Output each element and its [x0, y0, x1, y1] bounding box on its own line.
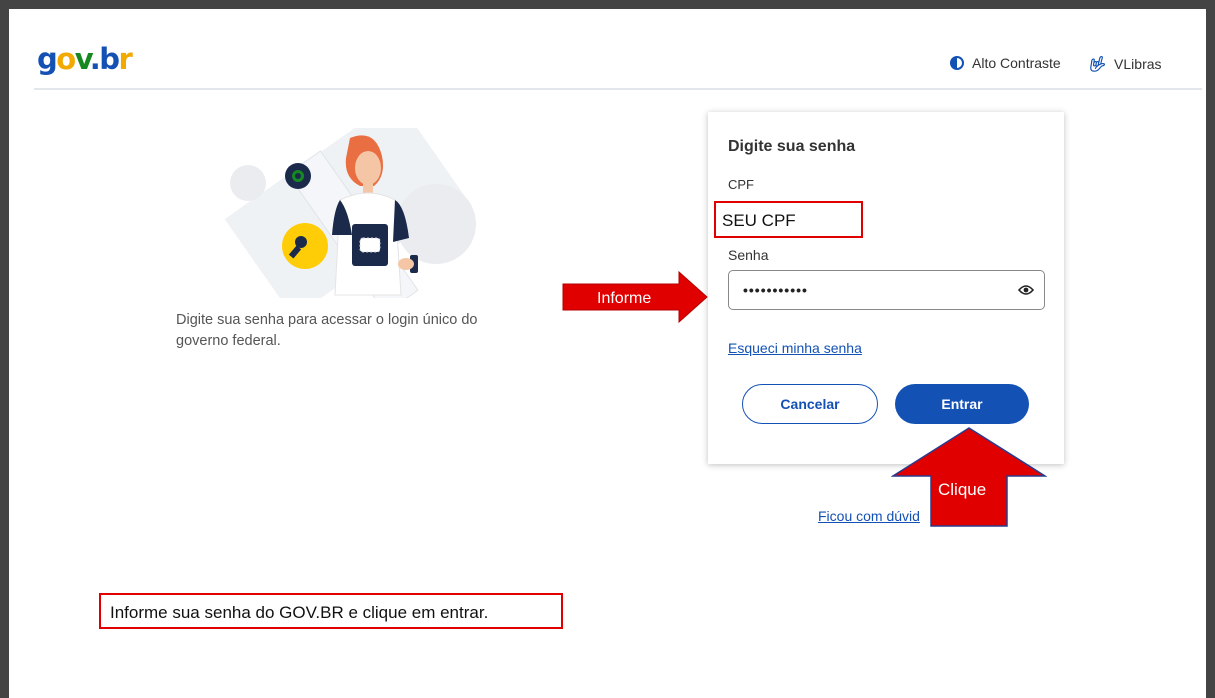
login-card: Digite sua senha CPF SEU CPF Senha •••••…: [708, 112, 1064, 464]
informe-arrow: Informe: [562, 270, 708, 324]
cpf-label: CPF: [728, 177, 754, 192]
hand-sign-icon: 🤟︎: [1087, 56, 1107, 73]
password-input[interactable]: •••••••••••: [728, 270, 1045, 310]
enter-button[interactable]: Entrar: [895, 384, 1029, 424]
contrast-icon: [950, 56, 964, 70]
eye-icon[interactable]: [1018, 282, 1034, 298]
forgot-password-link[interactable]: Esqueci minha senha: [728, 340, 862, 356]
instruction-note: Informe sua senha do GOV.BR e clique em …: [99, 593, 563, 629]
vlibras-label: VLibras: [1114, 56, 1162, 72]
govbr-logo[interactable]: gov.br: [37, 44, 133, 74]
password-value: •••••••••••: [743, 282, 808, 298]
clique-arrow: Clique: [891, 427, 1047, 527]
informe-arrow-label: Informe: [597, 290, 651, 307]
intro-text: Digite sua senha para acessar o login ún…: [176, 312, 478, 349]
contrast-label: Alto Contraste: [972, 55, 1061, 71]
cancel-button[interactable]: Cancelar: [742, 384, 878, 424]
clique-arrow-label: Clique: [938, 480, 986, 499]
high-contrast-toggle[interactable]: Alto Contraste: [950, 55, 1061, 71]
cpf-value: SEU CPF: [714, 201, 863, 238]
login-illustration: [224, 128, 476, 298]
login-title: Digite sua senha: [728, 138, 856, 155]
vlibras-button[interactable]: 🤟︎ VLibras: [1087, 55, 1162, 73]
password-label: Senha: [728, 247, 769, 263]
